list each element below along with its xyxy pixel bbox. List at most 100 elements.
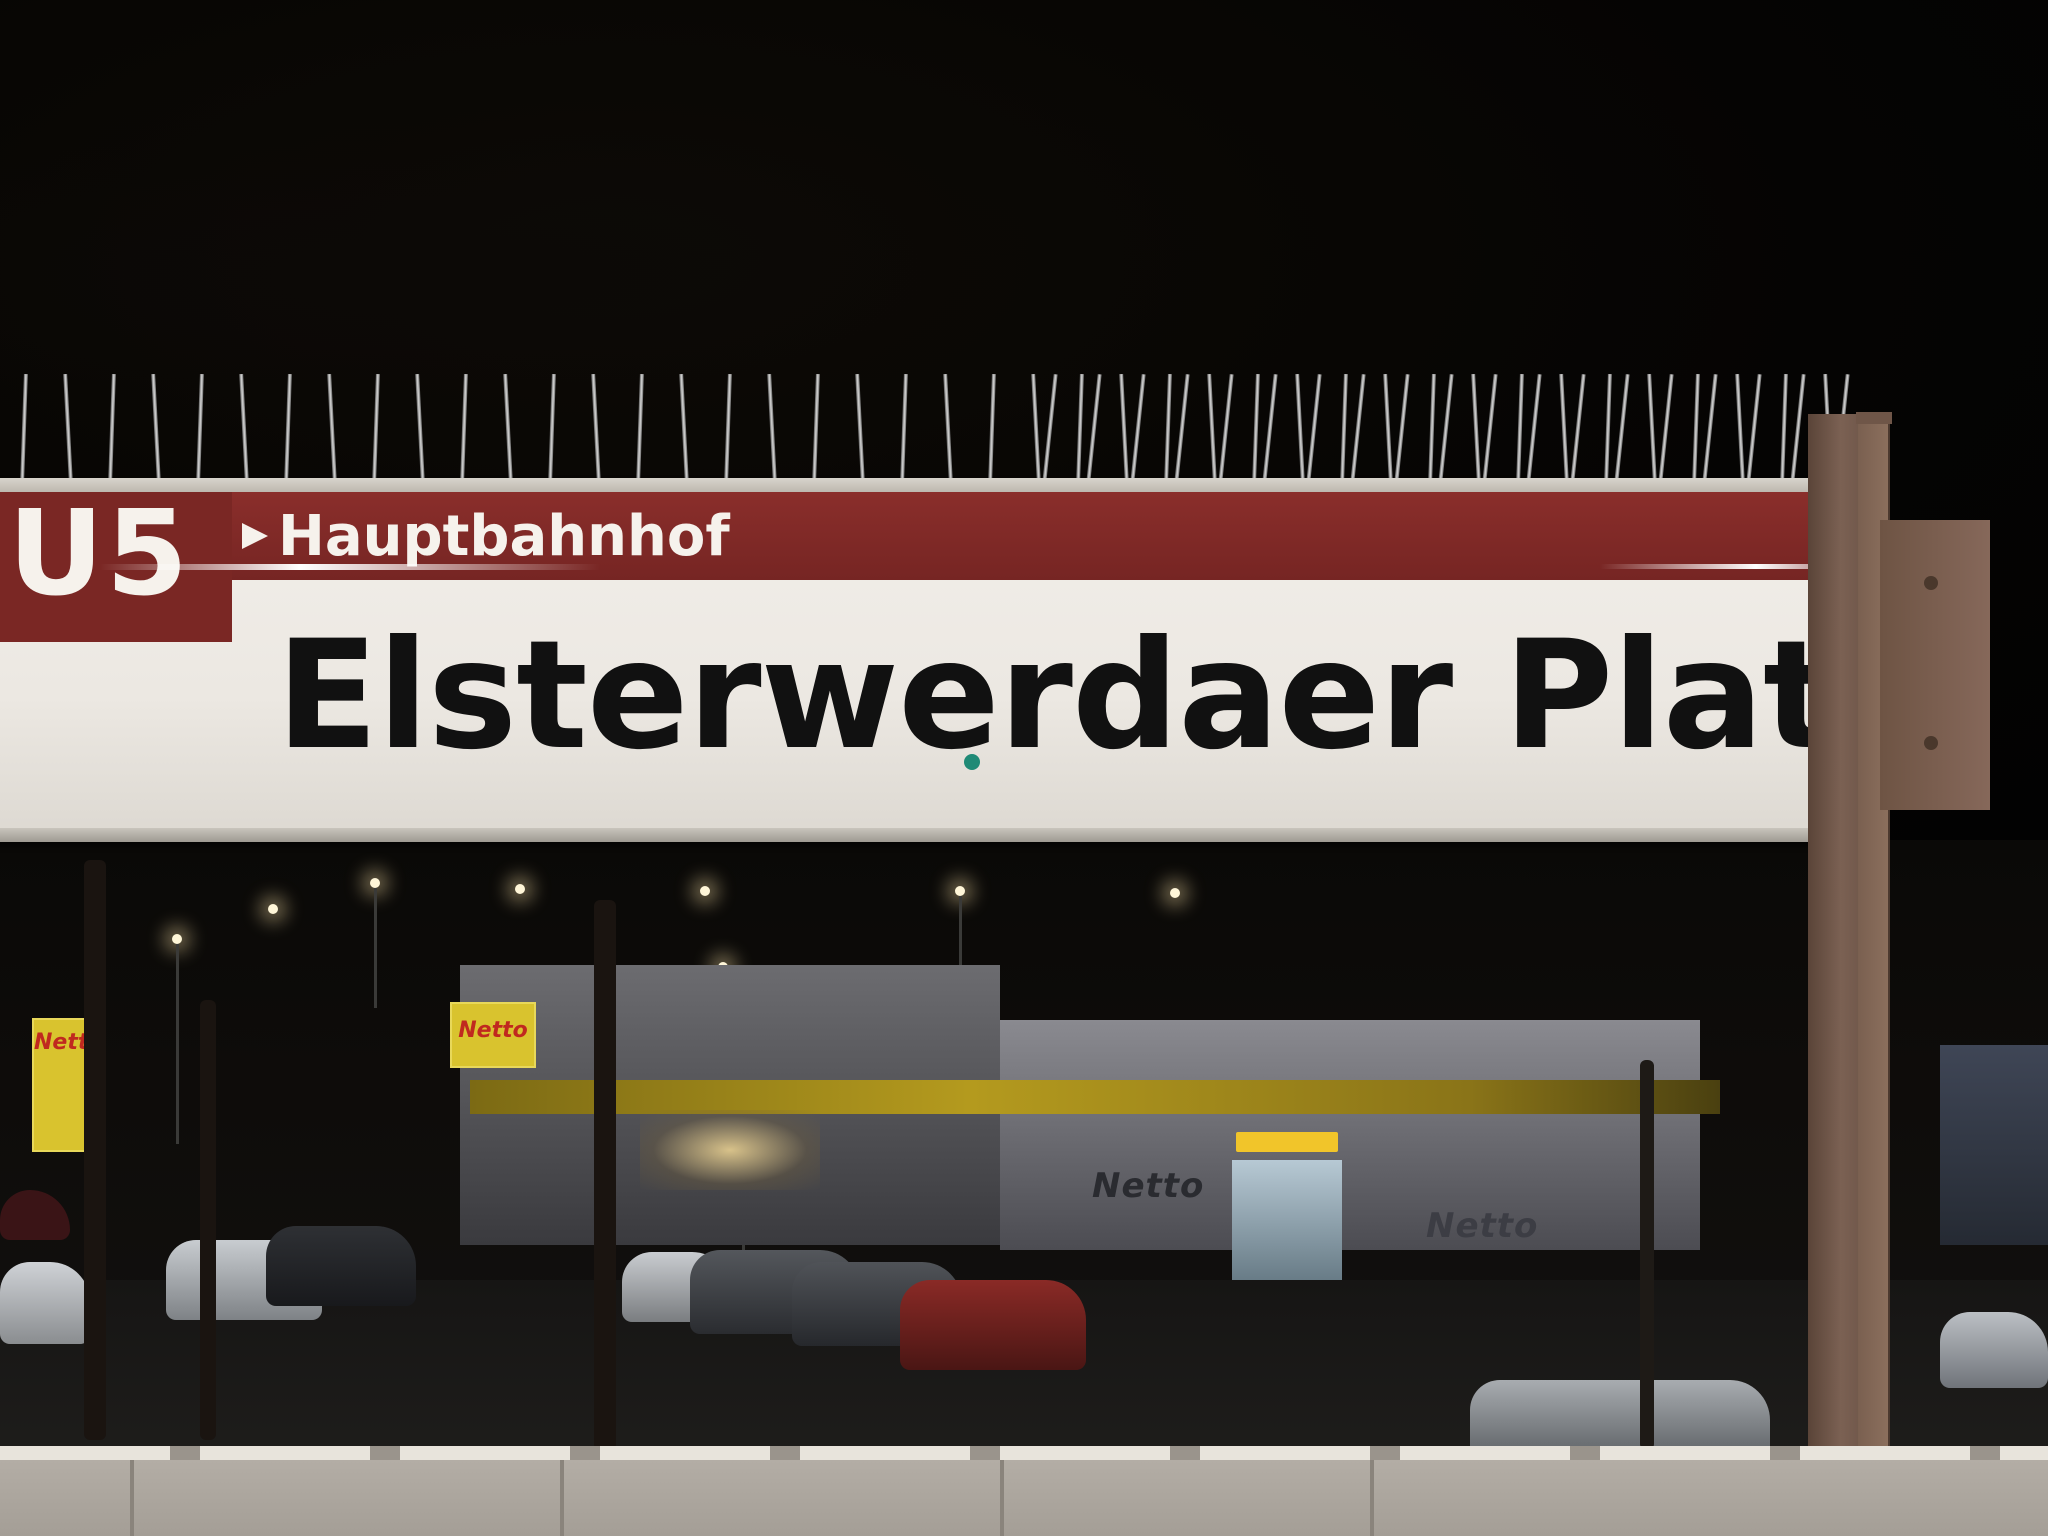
bird-spike [1295, 373, 1305, 483]
bird-spike [1174, 374, 1190, 482]
bird-spike [1042, 374, 1058, 482]
bird-spike [1604, 373, 1612, 483]
direction-arrow-icon [242, 522, 268, 549]
bird-spike [1780, 373, 1788, 483]
parked-car [266, 1226, 416, 1306]
bird-spike [1262, 374, 1278, 482]
bird-spike [151, 373, 161, 483]
bird-spike [1428, 373, 1436, 483]
bird-spikes [0, 362, 1860, 483]
platform-edge-stripe [0, 1446, 2048, 1460]
bird-spike [1164, 373, 1172, 483]
platform-joint [130, 1460, 134, 1536]
sign-top-edge [0, 478, 1892, 492]
direction-text: Hauptbahnhof [278, 504, 730, 569]
platform-joint [1000, 1460, 1004, 1536]
bird-spike [636, 373, 644, 483]
store-pylon-sign: Netto [32, 1018, 104, 1152]
bolt [1924, 736, 1938, 750]
bird-spike [1207, 373, 1217, 483]
bird-spike [1516, 373, 1524, 483]
bird-spike [943, 373, 953, 483]
bird-spike [1746, 374, 1762, 482]
bird-spike [1086, 374, 1102, 482]
bird-spike [855, 373, 865, 483]
bird-spike [1252, 373, 1260, 483]
pylon-logo: Netto [458, 1018, 528, 1043]
bird-spike [1692, 373, 1700, 483]
bird-spike [372, 373, 380, 483]
bird-spike [1383, 373, 1393, 483]
bird-spike [679, 373, 689, 483]
lamp-pole [374, 888, 377, 1008]
direction-label: Hauptbahnhof [242, 502, 730, 572]
store-logo: Netto [1426, 1206, 1539, 1246]
building-right [1940, 1045, 2048, 1245]
bird-spike [108, 373, 116, 483]
bird-spike [1559, 373, 1569, 483]
bird-spike [460, 373, 468, 483]
station-photo: Netto Netto Netto Netto U5 Hauptbahnhof … [0, 0, 2048, 1536]
bird-spike [20, 373, 28, 483]
bird-spike [1570, 374, 1586, 482]
bird-spike [1031, 373, 1041, 483]
bird-spike [1394, 374, 1410, 482]
bird-spike [1340, 373, 1348, 483]
light-reflection [100, 564, 600, 570]
parked-car [0, 1262, 90, 1344]
tree-trunk [1640, 1060, 1654, 1450]
bird-spike [1702, 374, 1718, 482]
station-sign: U5 Hauptbahnhof Elsterwerdaer Platz [0, 478, 1892, 842]
bird-spike [900, 373, 908, 483]
street-lamp [370, 878, 380, 888]
street-lamp [172, 934, 182, 944]
bird-spike [767, 373, 777, 483]
bird-spike [503, 373, 513, 483]
entrance-sign [1236, 1132, 1338, 1152]
bird-spike [1130, 374, 1146, 482]
tree-trunk [200, 1000, 216, 1440]
shop-window-glow [640, 1110, 820, 1190]
station-name: Elsterwerdaer Platz [276, 609, 1892, 783]
tree-trunk [84, 860, 106, 1440]
street-lamp [700, 886, 710, 896]
platform-joint [1370, 1460, 1374, 1536]
sign-bottom-edge [0, 828, 1892, 842]
bird-spike [1076, 373, 1084, 483]
parked-car [900, 1280, 1086, 1370]
bird-spike [1218, 374, 1234, 482]
bird-spike [1438, 374, 1454, 482]
bird-spike [724, 373, 732, 483]
sign-post-cap [1856, 412, 1892, 424]
bird-spike [1658, 374, 1674, 482]
bird-spike [284, 373, 292, 483]
bird-spike [1350, 374, 1366, 482]
bird-spike [1306, 374, 1322, 482]
sign-bracket [1880, 520, 1990, 810]
store-logo: Netto [1092, 1166, 1205, 1206]
bird-spike [415, 373, 425, 483]
bird-spike [591, 373, 601, 483]
bird-spike [1119, 373, 1129, 483]
pylon-logo: Netto [34, 1030, 104, 1055]
parked-car [1940, 1312, 2048, 1388]
tree-trunk [594, 900, 616, 1450]
bird-spike [1735, 373, 1745, 483]
bird-spike [1471, 373, 1481, 483]
store-building-annex [1000, 1020, 1700, 1250]
street-lamp [1170, 888, 1180, 898]
store-pylon-sign: Netto [450, 1002, 536, 1068]
bird-spike [812, 373, 820, 483]
bird-spike [1790, 374, 1806, 482]
dark-treeline [0, 120, 1100, 380]
bird-spike [1647, 373, 1657, 483]
bird-spike [1614, 374, 1630, 482]
bird-spike [63, 373, 73, 483]
accent-dot [964, 754, 980, 770]
bird-spike [548, 373, 556, 483]
bird-spike [1482, 374, 1498, 482]
bird-spike [988, 373, 996, 483]
store-facade-stripe [470, 1080, 1720, 1114]
bird-spike [239, 373, 249, 483]
street-lamp [955, 886, 965, 896]
